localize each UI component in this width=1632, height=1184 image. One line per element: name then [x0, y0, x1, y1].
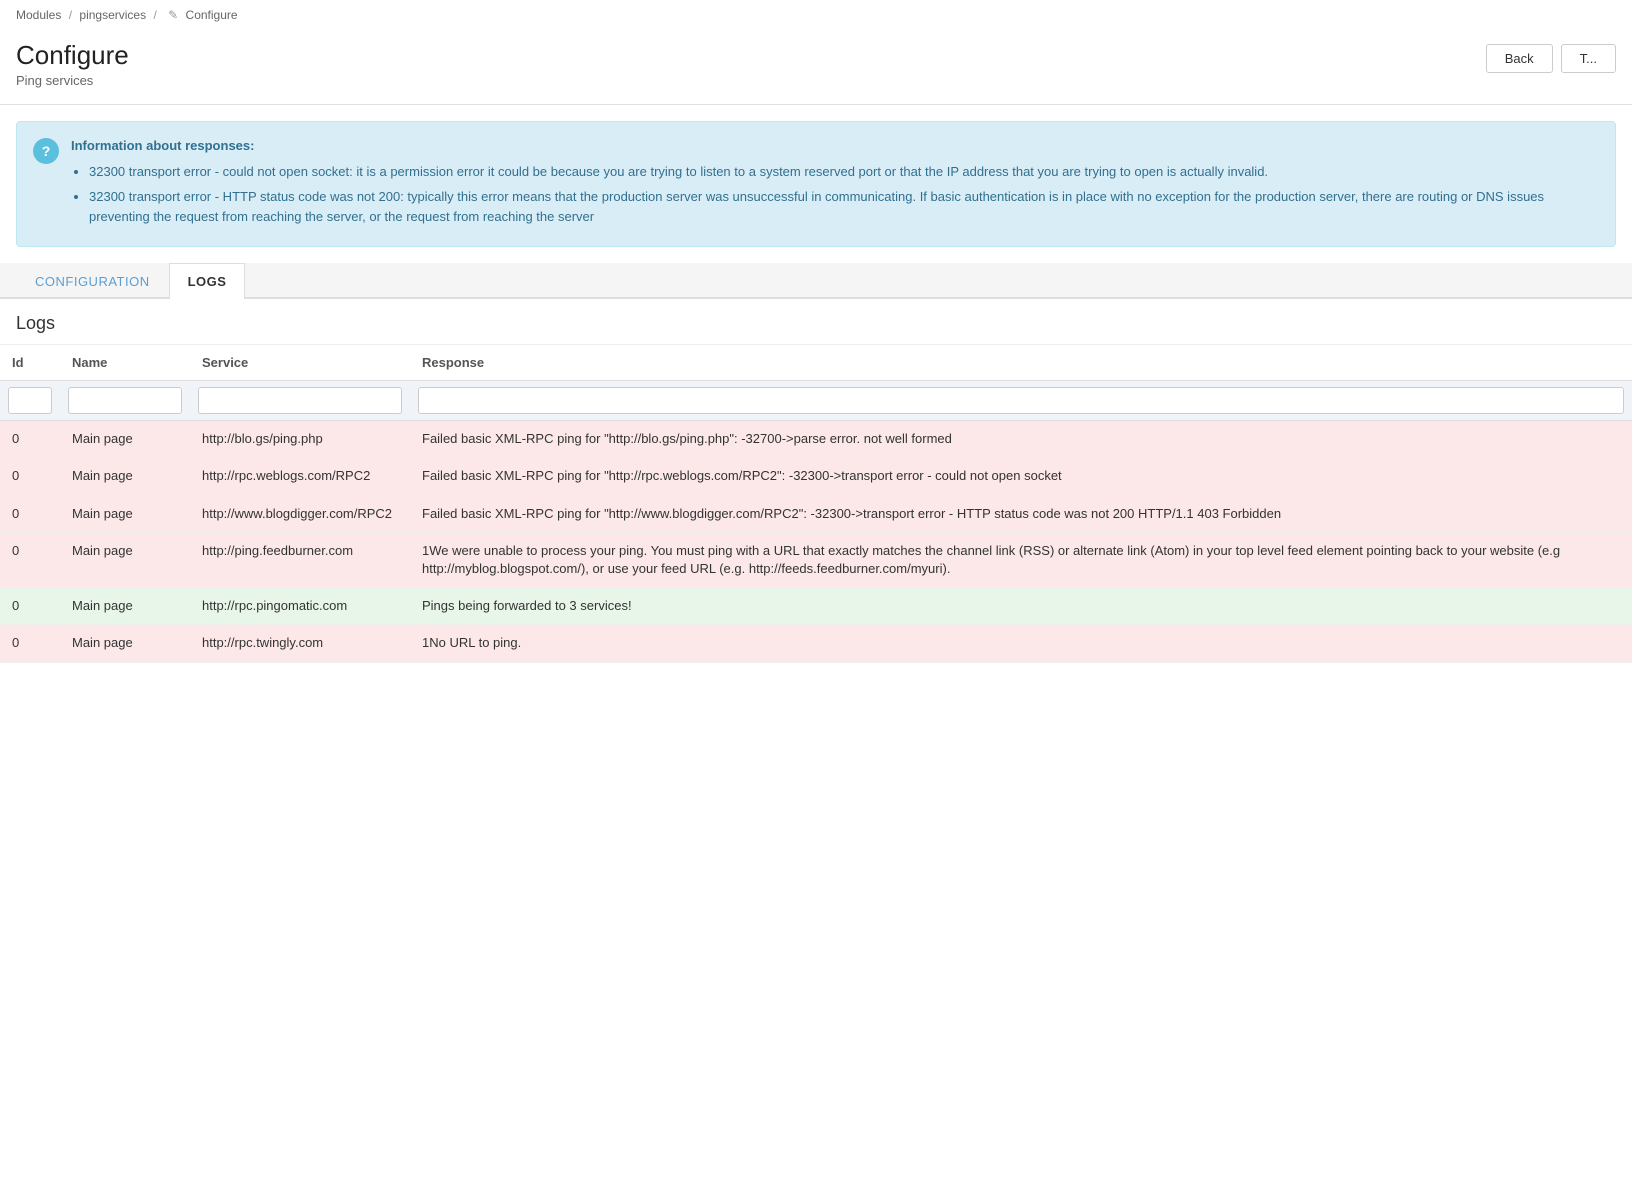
cell-name: Main page	[60, 458, 190, 495]
filter-service-input[interactable]	[198, 387, 402, 414]
breadcrumb: Modules / pingservices / ✎ Configure	[0, 0, 1632, 30]
cell-service: http://rpc.weblogs.com/RPC2	[190, 458, 410, 495]
breadcrumb-icon: ✎	[168, 8, 178, 22]
cell-response: Failed basic XML-RPC ping for "http://ww…	[410, 495, 1632, 532]
col-header-id: Id	[0, 345, 60, 381]
cell-response: Failed basic XML-RPC ping for "http://rp…	[410, 458, 1632, 495]
back-button[interactable]: Back	[1486, 44, 1553, 73]
tabs: CONFIGURATION LOGS	[0, 263, 1632, 299]
filter-name-input[interactable]	[68, 387, 182, 414]
table-row: 0Main pagehttp://blo.gs/ping.phpFailed b…	[0, 421, 1632, 458]
info-box-list: 32300 transport error - could not open s…	[71, 162, 1599, 227]
cell-name: Main page	[60, 421, 190, 458]
cell-service: http://rpc.pingomatic.com	[190, 588, 410, 625]
filter-service-cell	[190, 381, 410, 421]
cell-response: 1We were unable to process your ping. Yo…	[410, 532, 1632, 587]
table-row: 0Main pagehttp://rpc.twingly.com1No URL …	[0, 625, 1632, 662]
breadcrumb-pingservices[interactable]: pingservices	[79, 8, 146, 22]
page-header-actions: Back T...	[1486, 44, 1616, 73]
col-header-service: Service	[190, 345, 410, 381]
cell-name: Main page	[60, 625, 190, 662]
cell-service: http://www.blogdigger.com/RPC2	[190, 495, 410, 532]
logs-tbody: 0Main pagehttp://blo.gs/ping.phpFailed b…	[0, 421, 1632, 662]
cell-id: 0	[0, 421, 60, 458]
cell-id: 0	[0, 625, 60, 662]
breadcrumb-modules[interactable]: Modules	[16, 8, 61, 22]
col-header-response: Response	[410, 345, 1632, 381]
cell-response: Failed basic XML-RPC ping for "http://bl…	[410, 421, 1632, 458]
logs-table: Id Name Service Response	[0, 345, 1632, 662]
page-subtitle: Ping services	[16, 73, 129, 88]
info-box: ? Information about responses: 32300 tra…	[16, 121, 1616, 247]
info-item-1: 32300 transport error - could not open s…	[89, 162, 1599, 182]
truncated-button[interactable]: T...	[1561, 44, 1616, 73]
info-item-2: 32300 transport error - HTTP status code…	[89, 187, 1599, 226]
filter-response-cell	[410, 381, 1632, 421]
cell-id: 0	[0, 495, 60, 532]
filter-name-cell	[60, 381, 190, 421]
table-row: 0Main pagehttp://www.blogdigger.com/RPC2…	[0, 495, 1632, 532]
logs-section: Logs Id Name Service Response	[0, 299, 1632, 662]
info-box-title: Information about responses:	[71, 136, 1599, 156]
filter-response-input[interactable]	[418, 387, 1624, 414]
cell-name: Main page	[60, 588, 190, 625]
col-header-name: Name	[60, 345, 190, 381]
cell-id: 0	[0, 458, 60, 495]
tab-configuration[interactable]: CONFIGURATION	[16, 263, 169, 299]
table-row: 0Main pagehttp://ping.feedburner.com1We …	[0, 532, 1632, 587]
table-header-row: Id Name Service Response	[0, 345, 1632, 381]
info-box-content: Information about responses: 32300 trans…	[71, 136, 1599, 232]
filter-id-input[interactable]	[8, 387, 52, 414]
cell-id: 0	[0, 532, 60, 587]
cell-response: Pings being forwarded to 3 services!	[410, 588, 1632, 625]
cell-response: 1No URL to ping.	[410, 625, 1632, 662]
filter-row	[0, 381, 1632, 421]
page-header-left: Configure Ping services	[16, 40, 129, 88]
filter-id-cell	[0, 381, 60, 421]
table-row: 0Main pagehttp://rpc.weblogs.com/RPC2Fai…	[0, 458, 1632, 495]
cell-name: Main page	[60, 532, 190, 587]
table-row: 0Main pagehttp://rpc.pingomatic.comPings…	[0, 588, 1632, 625]
logs-section-title: Logs	[0, 299, 1632, 345]
cell-service: http://ping.feedburner.com	[190, 532, 410, 587]
breadcrumb-configure[interactable]: Configure	[186, 8, 238, 22]
tab-logs[interactable]: LOGS	[169, 263, 246, 299]
cell-id: 0	[0, 588, 60, 625]
cell-service: http://rpc.twingly.com	[190, 625, 410, 662]
info-icon: ?	[33, 138, 59, 164]
cell-service: http://blo.gs/ping.php	[190, 421, 410, 458]
cell-name: Main page	[60, 495, 190, 532]
page-header: Configure Ping services Back T...	[0, 30, 1632, 105]
page-title: Configure	[16, 40, 129, 71]
logs-table-wrapper: Id Name Service Response	[0, 345, 1632, 662]
